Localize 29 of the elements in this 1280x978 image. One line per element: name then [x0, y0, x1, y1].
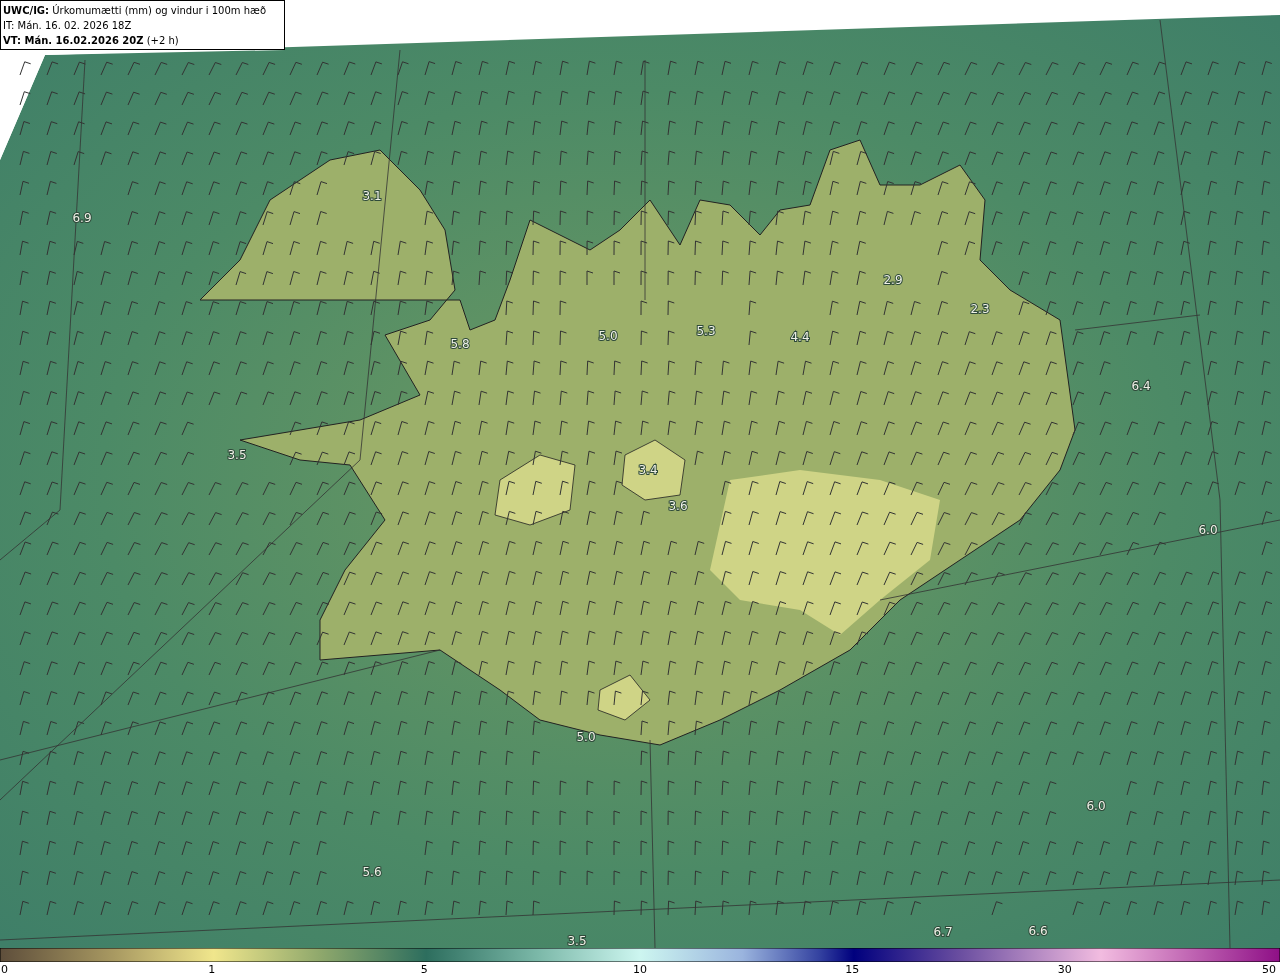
precipitation-value: 6.6 — [1028, 924, 1048, 938]
precipitation-value: 6.9 — [72, 211, 92, 225]
colorbar-tick-label: 15 — [845, 962, 860, 977]
precipitation-value: 3.4 — [638, 463, 658, 477]
precipitation-value: 5.6 — [362, 865, 382, 879]
precipitation-value: 5.0 — [598, 329, 618, 343]
precipitation-value: 6.0 — [1086, 799, 1106, 813]
colorbar-tick-label: 50 — [1262, 962, 1276, 977]
precipitation-value: 2.9 — [883, 273, 903, 287]
precipitation-value: 3.6 — [668, 499, 688, 513]
precipitation-value: 6.4 — [1131, 379, 1151, 393]
precipitation-value: 3.5 — [227, 448, 247, 462]
precipitation-value: 6.7 — [933, 925, 953, 939]
colorbar-tick-label: 5 — [420, 962, 428, 977]
colorbar-tick-label: 30 — [1057, 962, 1072, 977]
header-text: IT: Mán. 16. 02. 2026 18Z — [3, 18, 133, 33]
precipitation-value: 5.0 — [576, 730, 596, 744]
precipitation-value: 5.8 — [450, 337, 470, 351]
colorbar-tick-label: 10 — [633, 962, 647, 977]
precipitation-value: 2.3 — [970, 302, 990, 316]
precipitation-value: 6.0 — [1198, 523, 1218, 537]
precipitation-value: 5.3 — [696, 324, 716, 338]
header-text: UWC/IG: Úrkomumætti (mm) og vindur i 100m hæð — [3, 3, 268, 18]
precipitation-value: 4.4 — [790, 330, 810, 344]
colorbar-tick-label: 1 — [208, 962, 216, 977]
precipitation-value: 3.5 — [567, 934, 587, 948]
precipitation-value: 3.1 — [362, 189, 382, 203]
colorbar-tick-label: 0 — [1, 962, 8, 977]
header-text: VT: Mán. 16.02.2026 20Z (+2 h) — [3, 33, 180, 48]
